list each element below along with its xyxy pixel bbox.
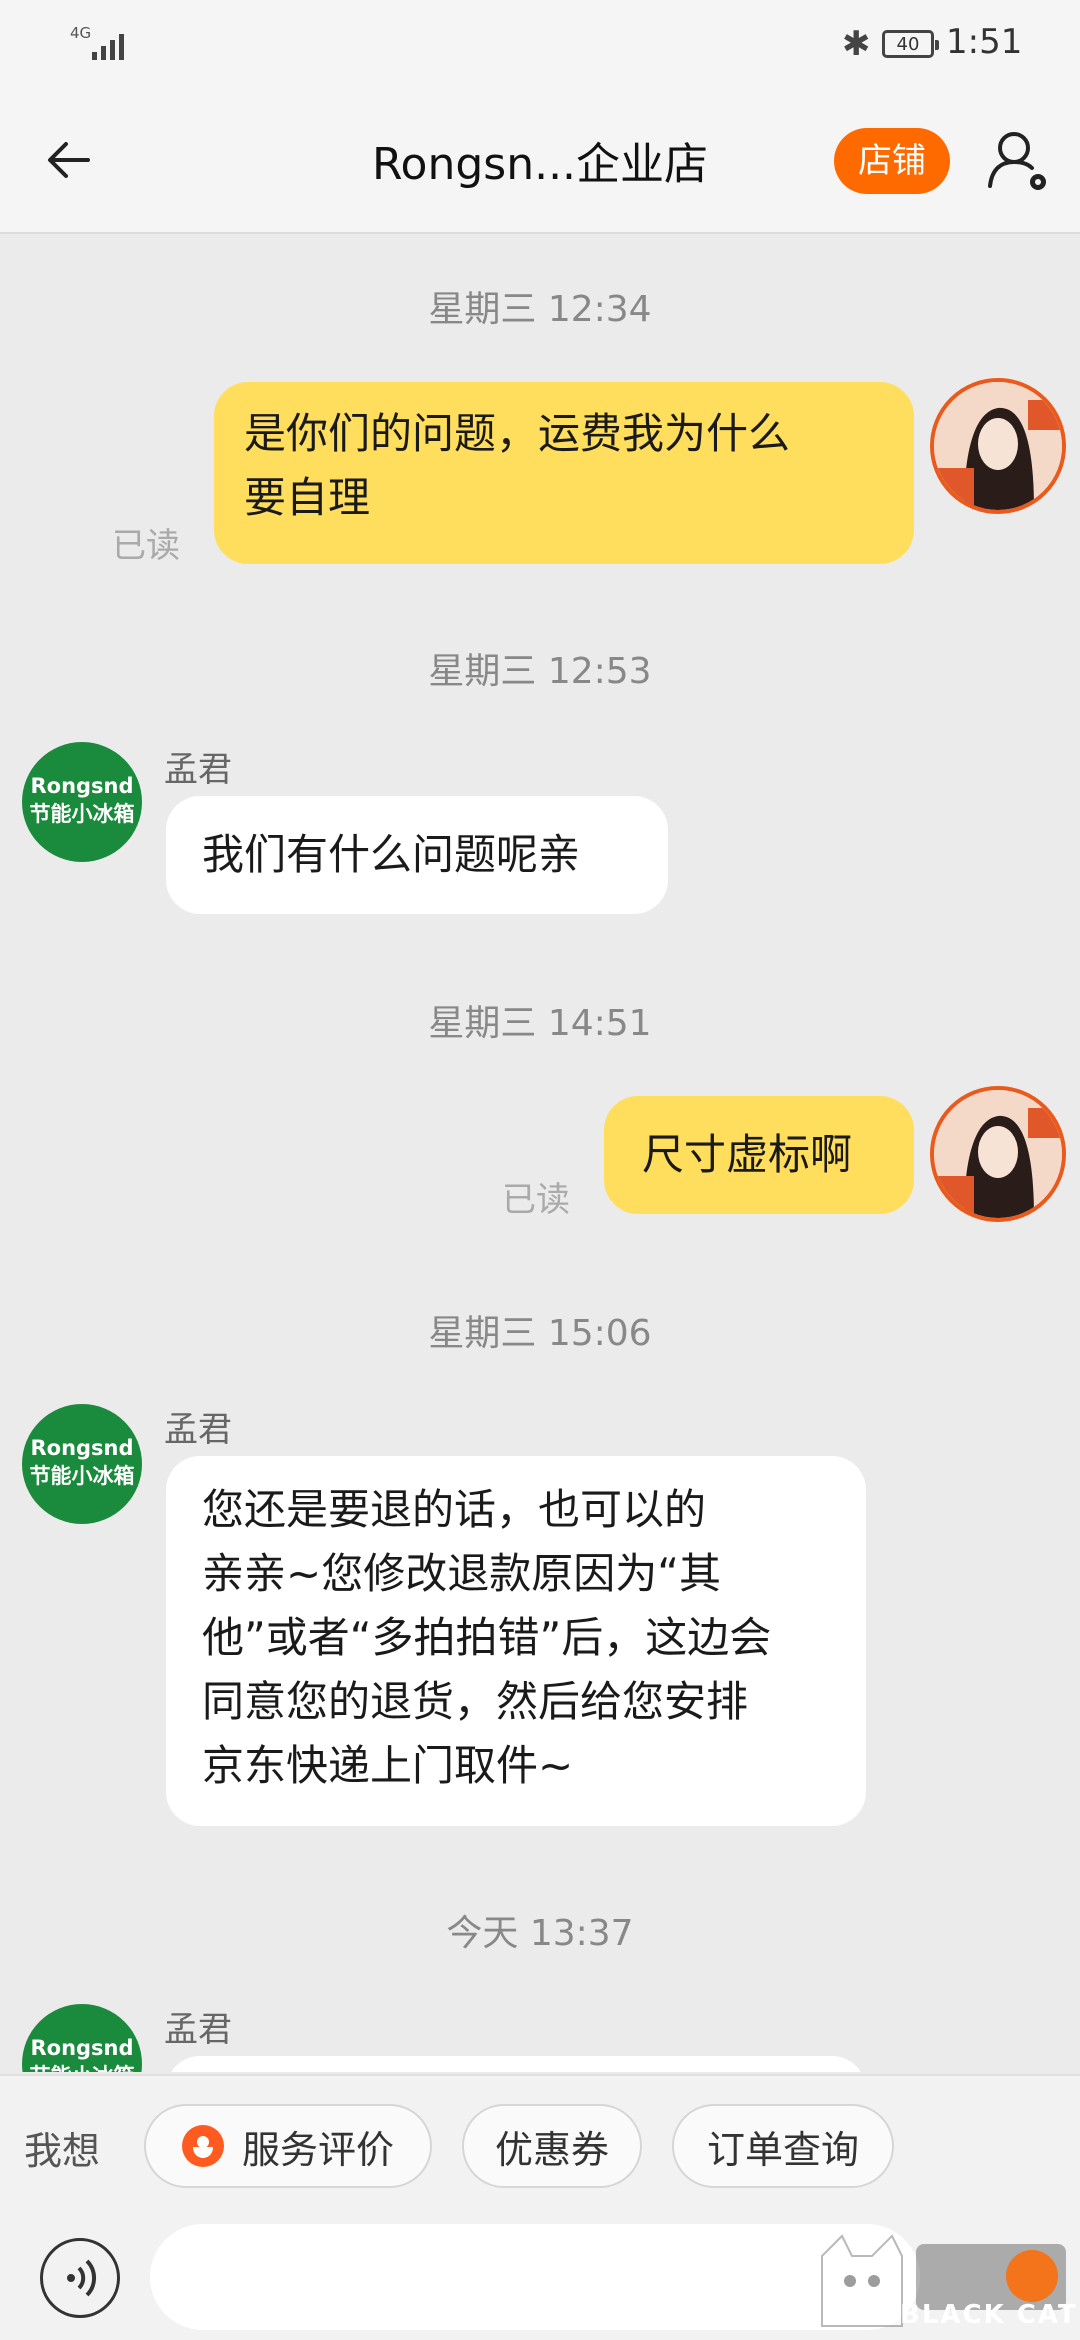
avatar-brand-line: 节能小冰箱 bbox=[29, 802, 135, 826]
status-time: 1:51 bbox=[946, 22, 1023, 62]
store-avatar[interactable]: Rongsnd 节能小冰箱 bbox=[22, 2004, 142, 2072]
service-review-chip[interactable]: 服务评价 bbox=[144, 2104, 432, 2188]
order-query-chip[interactable]: 订单查询 bbox=[672, 2104, 894, 2188]
timestamp-separator: 星期三 12:53 bbox=[428, 651, 652, 692]
user-avatar[interactable] bbox=[930, 378, 1066, 514]
voice-input-icon[interactable] bbox=[40, 2238, 120, 2318]
message-text-line: 是你们的问题，运费我为什么 bbox=[244, 409, 791, 458]
chat-title: Rongsn...企业店 bbox=[371, 139, 709, 190]
status-bar: 4G ✱ 40 1:51 bbox=[0, 0, 1080, 90]
bluetooth-icon: ✱ bbox=[842, 24, 871, 64]
message-text: 我们有什么问题呢亲 bbox=[202, 830, 581, 879]
store-avatar[interactable]: Rongsnd 节能小冰箱 bbox=[22, 1404, 142, 1524]
chip-label: 优惠券 bbox=[494, 2127, 609, 2172]
chat-message-list[interactable]: 星期三 12:34 是你们的问题，运费我为什么 要自理 已读 星期三 12:53… bbox=[0, 234, 1080, 2072]
message-text-line: 要自理 bbox=[244, 473, 371, 522]
message-text-line: 同意您的退货，然后给您安排 bbox=[202, 1677, 749, 1726]
watermark-text: BLACK CAT bbox=[900, 2300, 1078, 2330]
flower-icon bbox=[181, 2125, 224, 2167]
avatar-brand-line: Rongsnd bbox=[30, 2036, 134, 2060]
message-text-line: 亲亲~您修改退款原因为“其 bbox=[202, 1549, 721, 1598]
chat-header: Rongsn...企业店 店铺 bbox=[0, 90, 1080, 234]
timestamp-separator: 星期三 14:51 bbox=[428, 1003, 652, 1044]
avatar-brand-line: 节能小冰箱 bbox=[22, 2062, 142, 2072]
sender-name: 孟君 bbox=[164, 1410, 232, 1450]
network-type: 4G bbox=[70, 24, 92, 42]
quick-action-label: 我想 bbox=[24, 2129, 101, 2173]
avatar-brand-line: Rongsnd bbox=[30, 774, 134, 798]
quick-action-bar: 我想 服务评价 优惠券 订单查询 bbox=[0, 2074, 1080, 2216]
read-receipt: 已读 bbox=[502, 1180, 570, 1220]
message-text-line: 您还是要退的话，也可以的 bbox=[202, 1485, 707, 1534]
message-text-line: 京东快递上门取件~ bbox=[202, 1741, 574, 1790]
chip-label: 服务评价 bbox=[241, 2127, 394, 2172]
message-text: 尺寸虚标啊 bbox=[642, 1130, 853, 1179]
chip-label: 订单查询 bbox=[706, 2127, 859, 2172]
timestamp-separator: 今天 13:37 bbox=[446, 1913, 634, 1954]
user-avatar[interactable] bbox=[930, 1086, 1066, 1222]
read-receipt: 已读 bbox=[112, 526, 180, 566]
back-arrow-icon[interactable] bbox=[40, 130, 100, 190]
battery-level: 40 bbox=[896, 33, 920, 55]
battery-icon: 40 bbox=[882, 30, 939, 58]
outgoing-message-bubble[interactable]: 尺寸虚标啊 bbox=[604, 1096, 914, 1214]
timestamp-separator: 星期三 12:34 bbox=[428, 289, 652, 330]
coupon-chip[interactable]: 优惠券 bbox=[462, 2104, 642, 2188]
store-button[interactable]: 店铺 bbox=[834, 128, 950, 194]
message-text-line: 他”或者“多拍拍错”后，这边会 bbox=[202, 1613, 772, 1662]
sender-name: 孟君 bbox=[164, 2010, 232, 2050]
cellular-signal-icon: 4G bbox=[70, 24, 124, 64]
outgoing-message-bubble[interactable]: 是你们的问题，运费我为什么 要自理 bbox=[214, 382, 914, 564]
store-avatar[interactable]: Rongsnd 节能小冰箱 bbox=[22, 742, 142, 862]
incoming-message-bubble[interactable]: 我们有什么问题呢亲 bbox=[166, 796, 668, 914]
incoming-message-bubble[interactable]: 您还是要退的话，也可以的 亲亲~您修改退款原因为“其 他”或者“多拍拍错”后，这… bbox=[166, 1456, 866, 1826]
message-input[interactable] bbox=[150, 2224, 920, 2330]
timestamp-separator: 星期三 15:06 bbox=[428, 1313, 652, 1354]
avatar-brand-line: 节能小冰箱 bbox=[29, 1464, 135, 1488]
avatar-brand-line: Rongsnd bbox=[30, 1436, 134, 1460]
sender-name: 孟君 bbox=[164, 750, 232, 790]
user-settings-icon[interactable] bbox=[984, 126, 1054, 196]
incoming-message-bubble[interactable] bbox=[166, 2056, 866, 2072]
